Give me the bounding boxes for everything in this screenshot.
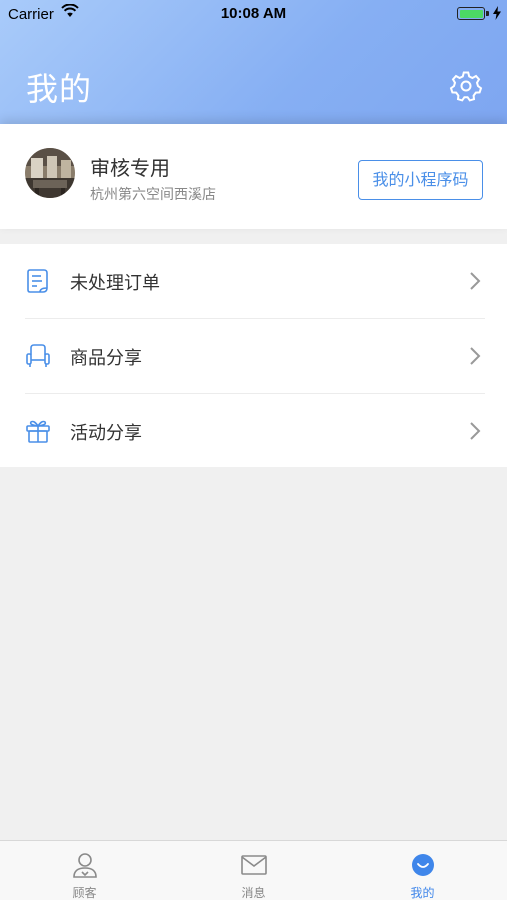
smile-icon	[409, 851, 437, 879]
page-title: 我的	[26, 70, 93, 108]
tab-label: 顾客	[72, 886, 97, 900]
tab-bar: 顾客 消息 我的	[0, 840, 507, 900]
menu-item-label: 活动分享	[70, 423, 142, 444]
sofa-icon	[25, 343, 51, 369]
header: Carrier 10:08 AM 我的	[0, 0, 507, 124]
chevron-right-icon	[468, 420, 482, 442]
tab-mine[interactable]: 我的	[338, 841, 507, 900]
user-icon	[71, 851, 99, 879]
menu-list: 未处理订单 商品分享 活动分享	[0, 244, 507, 467]
chevron-right-icon	[468, 270, 482, 292]
mini-program-code-button[interactable]: 我的小程序码	[358, 160, 483, 200]
clock: 10:08 AM	[220, 5, 287, 22]
store-name: 杭州第六空间西溪店	[90, 187, 216, 203]
gift-icon	[25, 418, 51, 444]
tab-label: 我的	[410, 886, 435, 900]
menu-item-label: 商品分享	[70, 348, 142, 369]
tab-label: 消息	[241, 886, 266, 900]
tab-customers[interactable]: 顾客	[0, 841, 169, 900]
charging-icon	[493, 6, 501, 25]
tab-messages[interactable]: 消息	[169, 841, 338, 900]
menu-item-product-share[interactable]: 商品分享	[0, 319, 507, 393]
profile-card: 审核专用 杭州第六空间西溪店 我的小程序码	[0, 124, 507, 229]
avatar	[25, 148, 75, 198]
menu-item-label: 未处理订单	[70, 273, 160, 294]
menu-item-activity-share[interactable]: 活动分享	[0, 394, 507, 468]
menu-item-pending-orders[interactable]: 未处理订单	[0, 244, 507, 318]
order-list-icon	[25, 268, 51, 294]
battery-icon	[457, 7, 485, 20]
mail-icon	[240, 851, 268, 879]
status-bar: Carrier 10:08 AM	[0, 0, 507, 28]
user-name: 审核专用	[90, 156, 170, 180]
chevron-right-icon	[468, 345, 482, 367]
gear-icon[interactable]	[448, 68, 484, 104]
